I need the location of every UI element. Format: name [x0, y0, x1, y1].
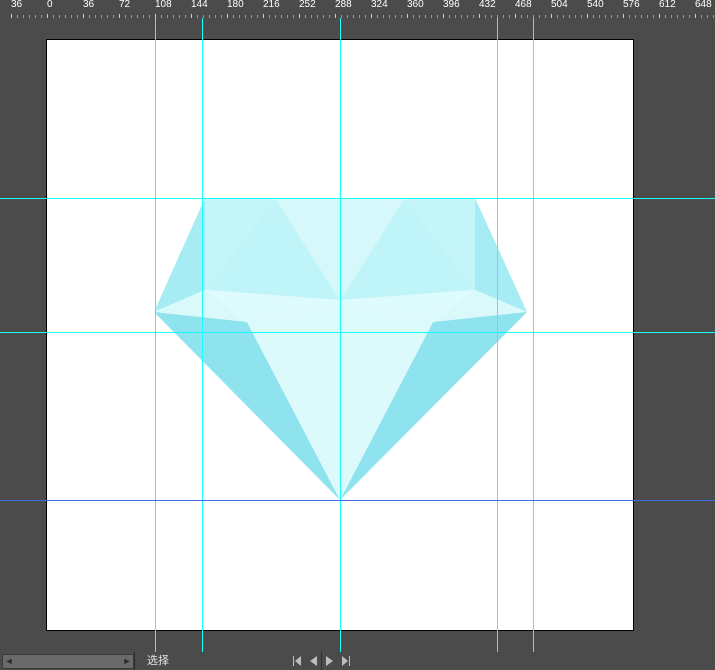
ruler-tick-label: 0	[47, 0, 53, 10]
horizontal-guide[interactable]	[0, 332, 715, 333]
horizontal-ruler[interactable]: 3603672108144180216252288324360396432468…	[0, 0, 715, 18]
ruler-tick-label: 72	[119, 0, 130, 10]
vertical-guide[interactable]	[202, 18, 203, 652]
next-frame-button[interactable]	[322, 653, 338, 669]
ruler-tick-label: 144	[191, 0, 208, 10]
ruler-tick-label: 288	[335, 0, 352, 10]
ruler-tick-label: 252	[299, 0, 316, 10]
vertical-guide[interactable]	[340, 18, 341, 652]
horizontal-guide[interactable]	[0, 198, 715, 199]
ruler-tick-label: 180	[227, 0, 244, 10]
scroll-right-arrow[interactable]: ►	[121, 655, 133, 668]
ruler-tick-label: 612	[659, 0, 676, 10]
vertical-guide[interactable]	[497, 18, 498, 652]
ruler-tick-label: 108	[155, 0, 172, 10]
ruler-tick-label: 576	[623, 0, 640, 10]
ruler-tick-label: 36	[83, 0, 94, 10]
ruler-tick-label: 468	[515, 0, 532, 10]
ruler-tick-label: 540	[587, 0, 604, 10]
ruler-tick-label: 36	[11, 0, 22, 10]
active-tool-label: 选择	[135, 652, 177, 670]
ruler-tick-label: 432	[479, 0, 496, 10]
canvas-stage[interactable]	[0, 18, 715, 652]
ruler-tick-label: 360	[407, 0, 424, 10]
vertical-guide[interactable]	[155, 18, 156, 652]
vertical-guide[interactable]	[533, 18, 534, 652]
scroll-left-arrow[interactable]: ◄	[3, 655, 15, 668]
ruler-tick-label: 324	[371, 0, 388, 10]
status-bar: ◄ ► 选择	[0, 652, 715, 670]
horizontal-scrollbar[interactable]: ◄ ►	[2, 654, 134, 669]
first-frame-button[interactable]	[287, 653, 305, 669]
ruler-tick-label: 648	[695, 0, 712, 10]
horizontal-guide[interactable]	[0, 500, 715, 501]
ruler-tick-label: 216	[263, 0, 280, 10]
last-frame-button[interactable]	[338, 653, 356, 669]
ruler-tick-label: 396	[443, 0, 460, 10]
prev-frame-button[interactable]	[305, 653, 321, 669]
ruler-tick-label: 504	[551, 0, 568, 10]
